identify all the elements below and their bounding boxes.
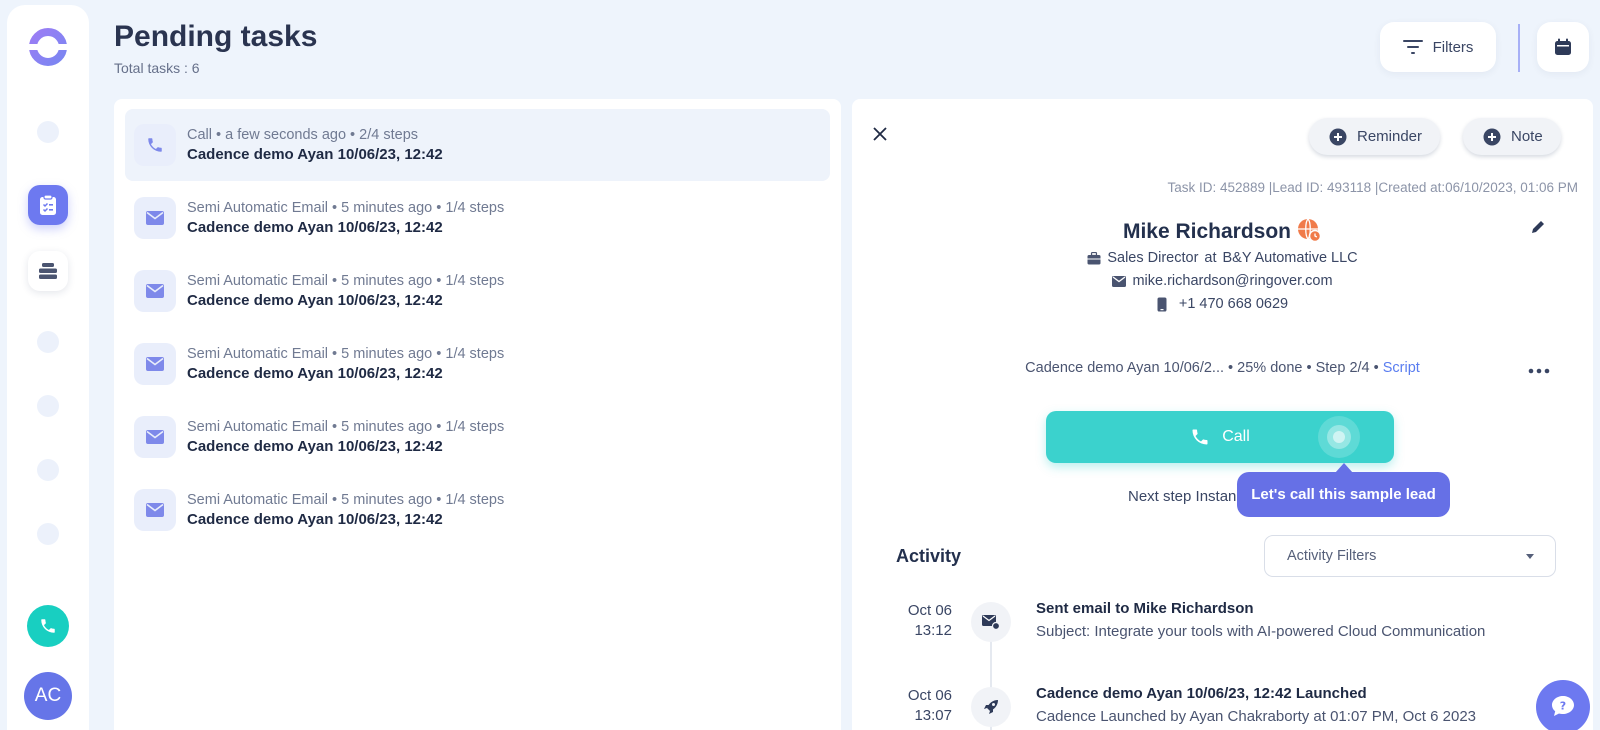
support-chat-button[interactable]: ?: [1536, 680, 1590, 730]
svg-text:?: ?: [1560, 700, 1566, 713]
user-avatar[interactable]: AC: [24, 672, 72, 720]
activity-date: Oct 06 13:12: [907, 602, 952, 639]
more-options-button[interactable]: [1528, 361, 1550, 375]
plus-circle-icon: [1329, 128, 1347, 145]
task-detail-panel: Reminder Note Task ID: 452889 |Lead ID: …: [852, 99, 1593, 730]
sidebar-item-placeholder[interactable]: [37, 459, 59, 481]
lead-company: B&Y Automative LLC: [1222, 250, 1358, 266]
page-title: Pending tasks: [114, 20, 318, 53]
mail-icon: [134, 197, 176, 239]
cadence-progress: Cadence demo Ayan 10/06/2... • 25% done …: [852, 360, 1593, 376]
task-name: Cadence demo Ayan 10/06/23, 12:42: [187, 438, 443, 455]
dialer-button[interactable]: [27, 605, 69, 647]
lead-name: Mike Richardson: [852, 217, 1593, 249]
activity-subtitle: Subject: Integrate your tools with AI-po…: [1036, 623, 1486, 640]
close-button[interactable]: [870, 124, 890, 144]
next-step-text: Next step Instan: [1128, 488, 1237, 505]
phone-icon: [1192, 429, 1208, 445]
rocket-icon: [971, 687, 1011, 727]
phone-icon: [134, 124, 176, 166]
lead-title: Sales Director: [1107, 250, 1199, 266]
total-tasks-count: Total tasks : 6: [114, 60, 200, 76]
lead-at: at: [1204, 250, 1217, 266]
task-item[interactable]: Semi Automatic Email • 5 minutes ago • 1…: [125, 401, 830, 473]
script-link[interactable]: Script: [1383, 360, 1420, 376]
sidebar-item-tasks[interactable]: [28, 185, 68, 225]
lead-email: mike.richardson@ringover.com: [852, 273, 1593, 289]
lead-email-text[interactable]: mike.richardson@ringover.com: [1132, 273, 1332, 289]
clipboard-icon: [40, 194, 56, 215]
mail-icon: [134, 270, 176, 312]
note-label: Note: [1511, 128, 1543, 145]
onboarding-tooltip[interactable]: Let's call this sample lead: [1237, 472, 1450, 517]
globe-clock-icon: [1296, 217, 1322, 249]
activity-title-text: Cadence demo Ayan 10/06/23, 12:42 Launch…: [1036, 685, 1367, 702]
note-button[interactable]: Note: [1463, 118, 1561, 155]
sidebar-item-placeholder[interactable]: [37, 331, 59, 353]
mobile-icon: [1157, 297, 1167, 311]
task-name: Cadence demo Ayan 10/06/23, 12:42: [187, 219, 443, 236]
calendar-icon: [1555, 38, 1571, 55]
task-item[interactable]: Semi Automatic Email • 5 minutes ago • 1…: [125, 182, 830, 254]
task-list: Call • a few seconds ago • 2/4 steps Cad…: [114, 99, 841, 730]
task-item[interactable]: Call • a few seconds ago • 2/4 steps Cad…: [125, 109, 830, 181]
task-ids: Task ID: 452889 |Lead ID: 493118 |Create…: [1167, 180, 1578, 195]
activity-subtitle: Cadence Launched by Ayan Chakraborty at …: [1036, 708, 1477, 725]
mail-icon: [1112, 275, 1127, 287]
pencil-icon: [1532, 221, 1544, 233]
task-item[interactable]: Semi Automatic Email • 5 minutes ago • 1…: [125, 474, 830, 546]
cadence-text: Cadence demo Ayan 10/06/2... • 25% done …: [1025, 360, 1379, 376]
plus-circle-icon: [1483, 128, 1501, 145]
task-meta: Semi Automatic Email • 5 minutes ago • 1…: [187, 273, 505, 289]
task-name: Cadence demo Ayan 10/06/23, 12:42: [187, 146, 443, 163]
task-item[interactable]: Semi Automatic Email • 5 minutes ago • 1…: [125, 328, 830, 400]
task-name: Cadence demo Ayan 10/06/23, 12:42: [187, 511, 443, 528]
close-icon: [873, 127, 887, 141]
chat-help-icon: ?: [1552, 696, 1574, 716]
sidebar-item-cadences[interactable]: [28, 251, 68, 291]
task-meta: Call • a few seconds ago • 2/4 steps: [187, 127, 419, 143]
activity-title-text: Sent email to Mike Richardson: [1036, 600, 1254, 617]
task-name: Cadence demo Ayan 10/06/23, 12:42: [187, 292, 443, 309]
mail-icon: [134, 416, 176, 458]
mail-icon: [134, 343, 176, 385]
activity-filters-select[interactable]: Activity Filters: [1264, 535, 1556, 577]
task-meta: Semi Automatic Email • 5 minutes ago • 1…: [187, 492, 505, 508]
app-logo-icon[interactable]: [28, 27, 68, 67]
lead-phone: +1 470 668 0629: [852, 296, 1593, 312]
activity-filters-label: Activity Filters: [1287, 548, 1377, 564]
more-horizontal-icon: [1528, 368, 1550, 374]
edit-lead-button[interactable]: [1530, 219, 1548, 237]
task-name: Cadence demo Ayan 10/06/23, 12:42: [187, 365, 443, 382]
task-meta: Semi Automatic Email • 5 minutes ago • 1…: [187, 419, 505, 435]
lead-phone-text[interactable]: +1 470 668 0629: [1179, 296, 1288, 312]
reminder-label: Reminder: [1357, 128, 1423, 145]
reminder-button[interactable]: Reminder: [1309, 118, 1441, 155]
call-label: Call: [1222, 428, 1250, 445]
mail-send-icon: [971, 602, 1011, 642]
briefcase-icon: [1087, 251, 1101, 264]
sidebar: AC: [7, 5, 89, 730]
activity-title: Activity: [896, 546, 962, 566]
calendar-button[interactable]: [1537, 22, 1589, 72]
layers-icon: [39, 263, 57, 279]
filters-label: Filters: [1432, 38, 1474, 56]
lead-name-text: Mike Richardson: [1122, 220, 1292, 243]
header-divider: [1518, 24, 1520, 72]
sidebar-item-placeholder[interactable]: [37, 523, 59, 545]
chevron-down-icon: [1526, 554, 1534, 559]
filter-icon: [1402, 40, 1423, 54]
filters-button[interactable]: Filters: [1380, 22, 1496, 72]
phone-icon: [41, 619, 55, 633]
lead-job: Sales Director at B&Y Automative LLC: [852, 250, 1593, 266]
activity-date: Oct 06 13:07: [907, 687, 952, 724]
mail-icon: [134, 489, 176, 531]
task-item[interactable]: Semi Automatic Email • 5 minutes ago • 1…: [125, 255, 830, 327]
task-meta: Semi Automatic Email • 5 minutes ago • 1…: [187, 346, 505, 362]
onboarding-pulse-indicator: [1318, 416, 1360, 458]
sidebar-item-placeholder[interactable]: [37, 121, 59, 143]
task-meta: Semi Automatic Email • 5 minutes ago • 1…: [187, 200, 505, 216]
sidebar-item-placeholder[interactable]: [37, 395, 59, 417]
